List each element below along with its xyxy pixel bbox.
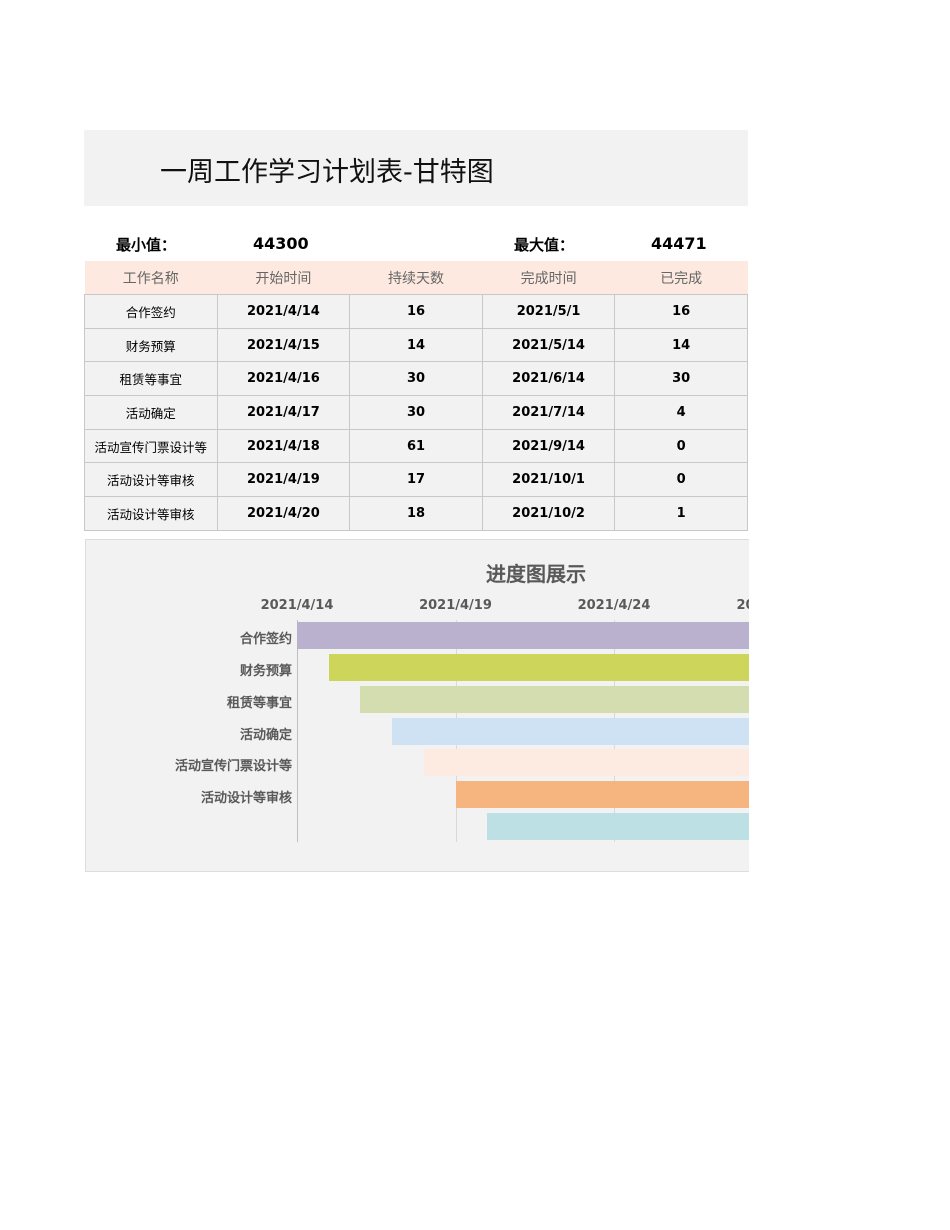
column-header: 已完成 (614, 261, 748, 295)
table-cell[interactable]: 活动设计等审核 (84, 496, 218, 531)
table-cell[interactable]: 4 (614, 395, 748, 430)
column-header: 完成时间 (482, 261, 615, 295)
category-label: 租赁等事宜 (226, 695, 292, 711)
table-cell[interactable]: 14 (349, 327, 483, 363)
title-band: 一周工作学习计划表-甘特图 (84, 130, 748, 206)
x-tick-label: 2021/4/14 (260, 598, 334, 613)
max-value: 44471 (651, 234, 707, 253)
table-cell[interactable]: 16 (614, 294, 748, 329)
gantt-chart: 进度图展示 2021/4/14 2021/4/19 2021/4/24 20 合作签约财… (85, 539, 749, 872)
x-tick-label: 20 (736, 598, 750, 613)
table-row: 财务预算 2021/4/15 14 2021/5/14 14 (84, 327, 748, 363)
table-cell[interactable]: 财务预算 (84, 327, 218, 363)
gantt-bar (455, 781, 749, 809)
gantt-bar (487, 813, 749, 841)
min-label: 最小值： (116, 236, 177, 254)
page-title: 一周工作学习计划表-甘特图 (160, 157, 494, 188)
category-label: 合作签约 (239, 632, 292, 647)
table-cell[interactable]: 0 (614, 428, 748, 464)
table-cell[interactable]: 活动宣传门票设计等 (84, 428, 218, 464)
x-tick-label: 2021/4/24 (577, 598, 651, 613)
table-cell[interactable]: 14 (614, 327, 748, 363)
max-label: 最大值： (514, 236, 575, 254)
gantt-bar (297, 622, 749, 649)
plan-table: 工作名称 开始时间 持续天数 完成时间 已完成 合作签约 2021/4/14 16 2021/… (84, 261, 748, 531)
table-cell[interactable]: 18 (349, 496, 483, 531)
table-cell[interactable]: 2021/4/18 (216, 428, 351, 464)
category-label: 活动宣传门票设计等 (174, 759, 292, 775)
column-header: 持续天数 (349, 261, 483, 295)
table-cell[interactable]: 30 (349, 395, 483, 430)
table-cell[interactable]: 2021/10/2 (481, 496, 616, 531)
category-label: 活动设计等审核 (200, 791, 292, 807)
table-cell[interactable]: 2021/4/14 (216, 294, 351, 329)
table-cell[interactable]: 租赁等事宜 (84, 361, 218, 397)
table-cell[interactable]: 0 (614, 462, 748, 498)
table-row: 租赁等事宜 2021/4/16 30 2021/6/14 30 (84, 361, 748, 397)
category-label: 活动确定 (239, 727, 292, 743)
table-cell[interactable]: 2021/7/14 (481, 395, 616, 430)
table-cell[interactable]: 1 (614, 496, 748, 531)
table-cell[interactable]: 合作签约 (84, 294, 218, 329)
column-header: 开始时间 (217, 261, 350, 295)
table-cell[interactable]: 2021/5/1 (481, 294, 616, 329)
table-cell[interactable]: 2021/4/17 (216, 395, 351, 430)
table-cell[interactable]: 17 (349, 462, 483, 498)
table-row: 活动设计等审核 2021/4/19 17 2021/10/1 0 (84, 462, 748, 498)
table-cell[interactable]: 2021/5/14 (481, 327, 616, 363)
table-cell[interactable]: 61 (349, 428, 483, 464)
table-row: 活动宣传门票设计等 2021/4/18 61 2021/9/14 0 (84, 428, 748, 464)
table-row: 合作签约 2021/4/14 16 2021/5/1 16 (84, 294, 748, 329)
gantt-bar (360, 685, 749, 713)
table-row: 活动设计等审核 2021/4/20 18 2021/10/2 1 (84, 496, 748, 531)
table-cell[interactable]: 2021/9/14 (481, 428, 616, 464)
gantt-bar (392, 717, 749, 745)
gantt-bar (328, 653, 749, 681)
table-cell[interactable]: 2021/4/19 (216, 462, 351, 498)
table-cell[interactable]: 活动设计等审核 (84, 462, 218, 498)
chart-title: 进度图展示 (486, 562, 586, 586)
table-cell[interactable]: 30 (349, 361, 483, 397)
table-cell[interactable]: 2021/4/20 (216, 496, 351, 531)
category-label: 财务预算 (239, 663, 292, 679)
x-tick-label: 2021/4/19 (419, 598, 492, 613)
table-cell[interactable]: 16 (349, 294, 483, 329)
min-value: 44300 (253, 234, 309, 253)
table-cell[interactable]: 2021/6/14 (481, 361, 616, 397)
table-cell[interactable]: 30 (614, 361, 748, 397)
column-header: 工作名称 (84, 261, 218, 295)
table-cell[interactable]: 活动确定 (84, 395, 218, 430)
gridline (297, 620, 298, 842)
table-row: 活动确定 2021/4/17 30 2021/7/14 4 (84, 395, 748, 430)
table-cell[interactable]: 2021/4/15 (216, 327, 351, 363)
gantt-bar (423, 749, 749, 777)
table-cell[interactable]: 2021/10/1 (481, 462, 616, 498)
table-cell[interactable]: 2021/4/16 (216, 361, 351, 397)
